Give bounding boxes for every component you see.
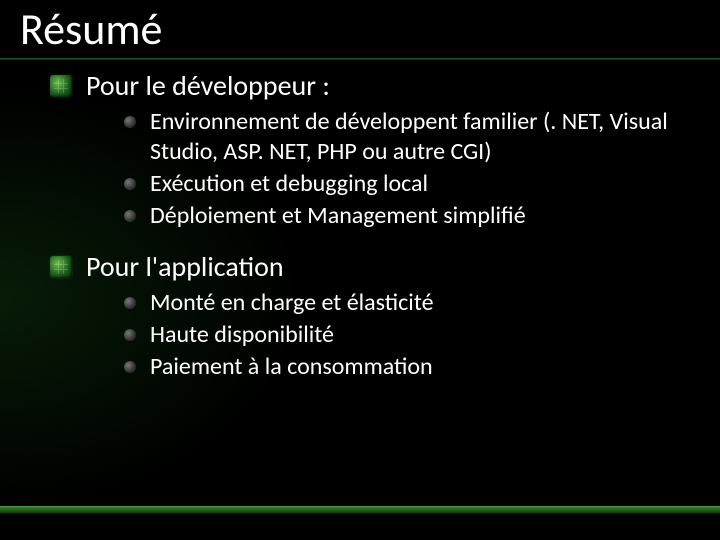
- circle-bullet-icon: [124, 210, 136, 222]
- square-bullet-icon: [50, 75, 72, 97]
- list-item-text: Déploiement et Management simplifié: [150, 201, 526, 231]
- list-item: Monté en charge et élasticité: [124, 288, 690, 318]
- slide-title: Résumé: [20, 2, 162, 56]
- list-item-text: Environnement de développent familier (.…: [150, 107, 690, 167]
- section-heading: Pour l'application: [86, 249, 284, 284]
- circle-bullet-icon: [124, 178, 136, 190]
- section-heading: Pour le développeur :: [86, 68, 330, 103]
- sub-list: Monté en charge et élasticité Haute disp…: [124, 288, 690, 382]
- footer-accent-bar: [0, 506, 720, 514]
- section-heading-row: Pour l'application: [50, 249, 690, 284]
- slide: Résumé Pour le développeur : Environneme…: [0, 0, 720, 540]
- circle-bullet-icon: [124, 297, 136, 309]
- list-item: Environnement de développent familier (.…: [124, 107, 690, 167]
- slide-content: Pour le développeur : Environnement de d…: [50, 62, 690, 400]
- circle-bullet-icon: [124, 361, 136, 373]
- circle-bullet-icon: [124, 116, 136, 128]
- title-underline: [0, 58, 720, 60]
- list-item-text: Paiement à la consommation: [150, 352, 433, 382]
- list-item: Paiement à la consommation: [124, 352, 690, 382]
- list-item: Déploiement et Management simplifié: [124, 201, 690, 231]
- list-item-text: Haute disponibilité: [150, 320, 334, 350]
- circle-bullet-icon: [124, 329, 136, 341]
- list-item: Haute disponibilité: [124, 320, 690, 350]
- section-heading-row: Pour le développeur :: [50, 68, 690, 103]
- list-item: Exécution et debugging local: [124, 169, 690, 199]
- list-item-text: Exécution et debugging local: [150, 169, 428, 199]
- square-bullet-icon: [50, 256, 72, 278]
- list-item-text: Monté en charge et élasticité: [150, 288, 434, 318]
- sub-list: Environnement de développent familier (.…: [124, 107, 690, 231]
